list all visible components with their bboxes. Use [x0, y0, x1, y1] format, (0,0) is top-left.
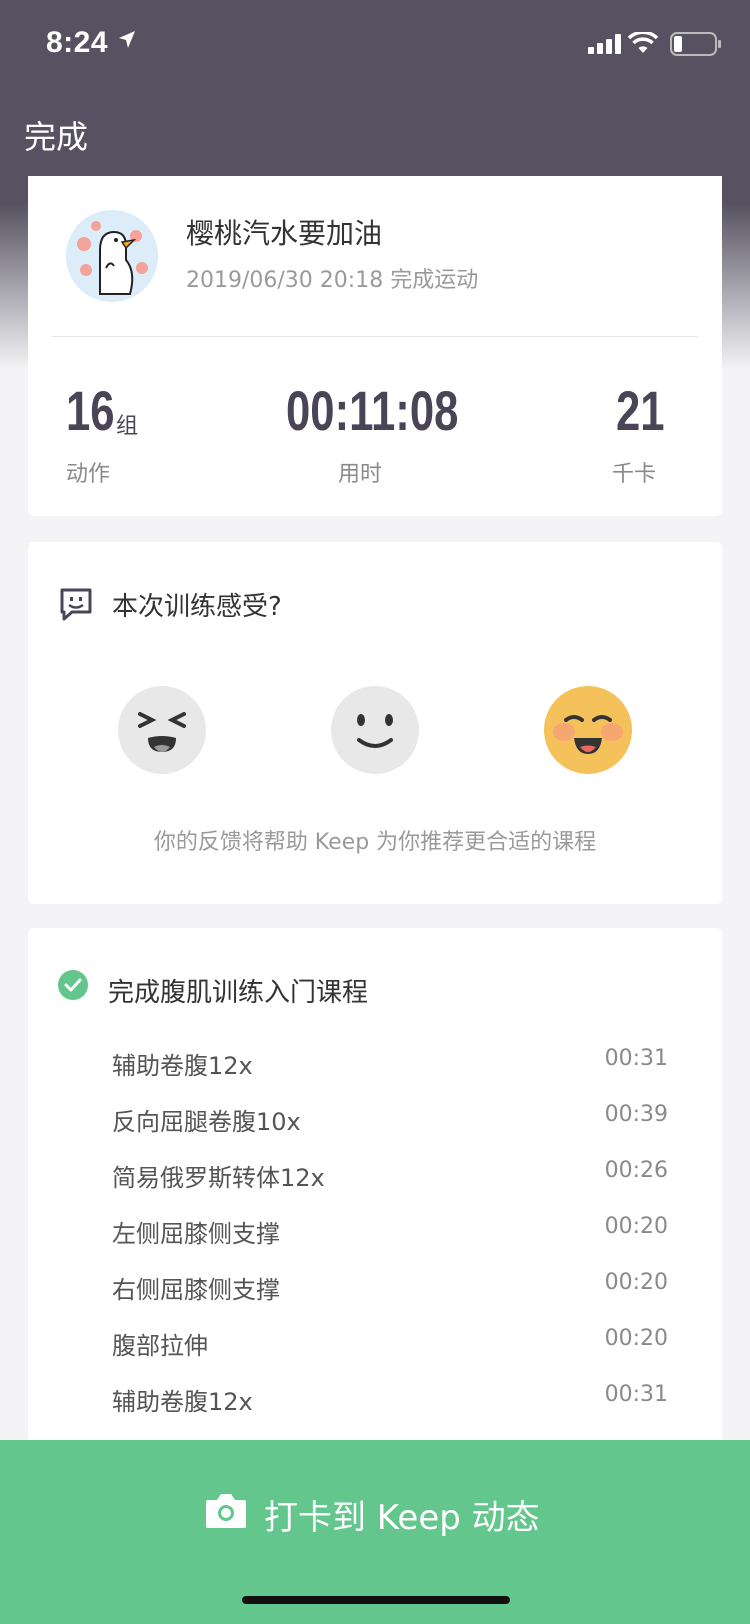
- exercise-row: 辅助卷腹12x 00:31: [112, 1046, 668, 1086]
- exercise-row: 反向屈腿卷腹10x 00:39: [112, 1102, 668, 1142]
- feedback-hint: 你的反馈将帮助 Keep 为你推荐更合适的课程: [153, 830, 597, 855]
- navigation-bar: 完成: [0, 90, 750, 176]
- exercise-name: 简易俄罗斯转体12x: [112, 1164, 325, 1192]
- exercise-name: 辅助卷腹12x: [112, 1052, 253, 1080]
- calories-value: 21: [616, 379, 665, 442]
- exercise-duration: 00:20: [604, 1214, 668, 1239]
- actions-label: 动作: [66, 462, 111, 487]
- exercise-row: 右侧屈膝侧支撑 00:20: [112, 1270, 668, 1310]
- happy-face-icon[interactable]: [544, 686, 632, 774]
- camera-icon: [206, 1494, 246, 1528]
- ok-face-icon[interactable]: [331, 686, 419, 774]
- exercise-name: 腹部拉伸: [112, 1332, 208, 1360]
- exercise-row: 简易俄罗斯转体12x 00:26: [112, 1158, 668, 1198]
- cellular-signal-icon: [588, 34, 621, 54]
- exercise-duration: 00:31: [604, 1046, 668, 1071]
- exercise-name: 反向屈腿卷腹10x: [112, 1108, 301, 1136]
- feedback-card: 本次训练感受? 你的反馈将帮助 Keep 为你推荐更合适的课程: [28, 542, 722, 904]
- duration-label: 用时: [338, 462, 383, 487]
- status-bar: 8:24: [0, 0, 750, 90]
- calories-label: 千卡: [612, 462, 657, 487]
- actions-unit: 组: [116, 414, 139, 439]
- checkin-label: 打卡到 Keep 动态: [264, 1498, 540, 1538]
- feedback-title: 本次训练感受?: [112, 592, 282, 622]
- exercise-name: 右侧屈膝侧支撑: [112, 1276, 280, 1304]
- exercise-duration: 00:20: [604, 1326, 668, 1351]
- exercise-duration: 00:20: [604, 1270, 668, 1295]
- hard-face-icon[interactable]: [118, 686, 206, 774]
- workout-summary-card: 樱桃汽水要加油 2019/06/30 20:18 完成运动 16 组 动作 00…: [28, 150, 722, 516]
- course-card: 完成腹肌训练入门课程 辅助卷腹12x 00:31 反向屈腿卷腹10x 00:39…: [28, 928, 722, 1448]
- exercise-duration: 00:39: [604, 1102, 668, 1127]
- username: 樱桃汽水要加油: [186, 217, 383, 250]
- completion-time: 2019/06/30 20:18 完成运动: [186, 268, 479, 293]
- exercise-row: 辅助卷腹12x 00:31: [112, 1382, 668, 1422]
- done-button[interactable]: 完成: [24, 112, 88, 158]
- exercise-row: 左侧屈膝侧支撑 00:20: [112, 1214, 668, 1254]
- course-title: 完成腹肌训练入门课程: [108, 978, 369, 1008]
- clock: 8:24: [46, 26, 109, 59]
- home-indicator[interactable]: [242, 1596, 510, 1604]
- exercise-name: 左侧屈膝侧支撑: [112, 1220, 280, 1248]
- wifi-icon: [628, 32, 658, 53]
- location-arrow-icon: [119, 31, 135, 48]
- avatar[interactable]: [66, 210, 158, 302]
- battery-icon: [670, 32, 721, 56]
- duration-value: 00:11:08: [286, 379, 459, 442]
- exercise-duration: 00:26: [604, 1158, 668, 1183]
- feedback-chat-icon: [60, 588, 92, 621]
- check-circle-icon: [58, 970, 88, 1000]
- actions-count: 16: [66, 379, 115, 442]
- exercise-row: 腹部拉伸 00:20: [112, 1326, 668, 1366]
- exercise-duration: 00:31: [604, 1382, 668, 1407]
- divider: [52, 336, 698, 337]
- exercise-name: 辅助卷腹12x: [112, 1388, 253, 1416]
- avatar-duck-icon: [66, 210, 158, 302]
